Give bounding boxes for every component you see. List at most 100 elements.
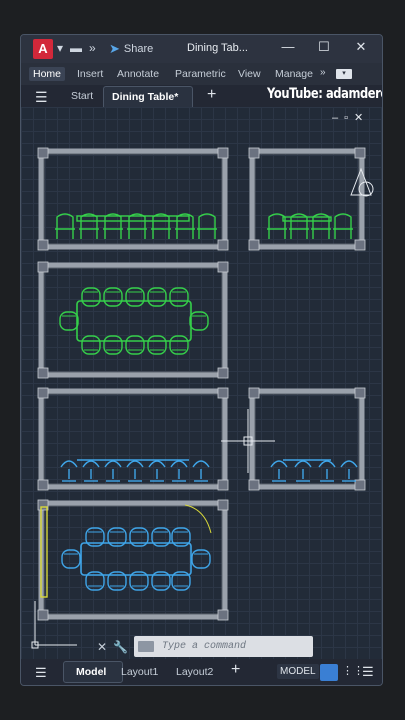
chair-shape xyxy=(189,311,209,331)
plus-icon[interactable]: + xyxy=(207,86,216,104)
chair-shape xyxy=(147,335,167,355)
tab-layout1[interactable]: Layout1 xyxy=(121,666,158,678)
furniture-group xyxy=(31,167,374,649)
hamburger-icon[interactable]: ☰ xyxy=(35,665,47,681)
maximize-icon[interactable]: ☐ xyxy=(313,39,335,55)
chair-shape xyxy=(169,287,189,307)
chair-back xyxy=(104,213,122,239)
wall-inner xyxy=(43,267,223,373)
column xyxy=(248,387,260,399)
tab-home[interactable]: Home xyxy=(29,67,66,81)
swivel-chair xyxy=(82,460,100,482)
swivel-chair xyxy=(294,460,312,482)
column xyxy=(354,387,366,399)
column xyxy=(37,147,49,159)
grid-icon[interactable] xyxy=(320,664,338,681)
ribbon-dropdown-icon[interactable]: ▾ xyxy=(336,69,352,79)
column xyxy=(248,479,260,491)
column xyxy=(217,147,229,159)
close-icon[interactable]: ✕ xyxy=(350,39,372,55)
chair xyxy=(55,213,75,239)
folder-icon[interactable]: ▬ xyxy=(70,41,82,55)
share-icon: ➤ xyxy=(109,41,120,56)
chair-back xyxy=(152,213,170,239)
column xyxy=(354,239,366,251)
snap-icon[interactable]: ⋮⋮ xyxy=(342,664,364,680)
room-elevation-3 xyxy=(37,387,229,491)
tab-dining-table[interactable]: Dining Table* xyxy=(103,86,193,107)
command-line: ✕ 🔧 Type a command xyxy=(97,636,313,657)
app-logo[interactable]: A xyxy=(33,39,53,59)
dining-table xyxy=(80,542,192,576)
minimize-icon[interactable]: — xyxy=(277,39,299,54)
chair-back xyxy=(148,460,166,468)
hamburger-icon[interactable]: ☰ xyxy=(35,89,48,106)
chair-back xyxy=(126,460,144,468)
rooms-group xyxy=(37,147,366,621)
drawing-canvas[interactable]: –▫✕ ✕ 🔧 Type a command xyxy=(21,107,382,659)
chair-shape xyxy=(169,335,189,355)
wall-inner xyxy=(43,153,223,245)
column xyxy=(37,261,49,273)
chair-shape xyxy=(125,335,145,355)
column xyxy=(354,147,366,159)
model-badge[interactable]: MODEL xyxy=(277,664,319,679)
room-elevation-4 xyxy=(248,387,366,491)
chair-plan xyxy=(169,335,189,355)
chair-back xyxy=(56,213,74,239)
chair-plan xyxy=(147,335,167,355)
tab-layout2[interactable]: Layout2 xyxy=(176,666,213,678)
chair-plan xyxy=(125,335,145,355)
ribbon-tabs: Home Insert Annotate Parametric View Man… xyxy=(21,63,382,85)
chair xyxy=(311,213,331,239)
floor-plan-drawing xyxy=(31,147,374,649)
wrench-icon[interactable]: 🔧 xyxy=(113,640,128,654)
chair-back xyxy=(290,213,308,239)
chair-plan xyxy=(81,335,101,355)
tab-view[interactable]: View xyxy=(234,67,265,81)
tab-model[interactable]: Model xyxy=(63,661,123,683)
chair-back xyxy=(104,460,122,468)
tab-insert[interactable]: Insert xyxy=(73,67,107,81)
swivel-chair xyxy=(126,460,144,482)
column xyxy=(37,387,49,399)
command-input[interactable]: Type a command xyxy=(134,636,313,657)
chair-back xyxy=(176,213,194,239)
ribbon-more-icon[interactable]: » xyxy=(320,67,326,78)
viewport-controls[interactable]: –▫✕ xyxy=(332,111,369,124)
share-button[interactable]: ➤ Share xyxy=(109,41,153,57)
command-placeholder: Type a command xyxy=(162,641,247,652)
chair-back xyxy=(60,460,78,468)
column xyxy=(37,479,49,491)
chair-plan xyxy=(59,311,79,331)
tab-start[interactable]: Start xyxy=(71,90,93,102)
chair-shape xyxy=(61,549,81,569)
command-icon xyxy=(138,641,155,652)
chair-plan xyxy=(81,287,101,307)
tab-parametric[interactable]: Parametric xyxy=(171,67,230,81)
plus-icon[interactable]: + xyxy=(231,661,240,679)
chair xyxy=(151,213,171,239)
close-icon[interactable]: ✕ xyxy=(97,640,107,654)
customize-icon[interactable]: ☰ xyxy=(362,664,374,680)
quick-access-more-icon[interactable]: » xyxy=(89,41,96,55)
column xyxy=(37,367,49,379)
chair-plan xyxy=(147,287,167,307)
chair-back xyxy=(80,213,98,239)
swivel-chair xyxy=(192,460,210,482)
chair xyxy=(197,213,217,239)
chair-plan xyxy=(189,311,209,331)
chair xyxy=(127,213,147,239)
tab-manage[interactable]: Manage xyxy=(271,67,317,81)
status-bar: ☰ Model Layout1 Layout2 + MODEL ⋮⋮ ☰ xyxy=(21,659,382,685)
chair-back xyxy=(340,460,358,468)
chair-back xyxy=(294,460,312,468)
chair-shape xyxy=(125,287,145,307)
app-menu-chevron-icon[interactable]: ▾ xyxy=(57,41,63,55)
chair xyxy=(333,213,353,239)
door-swing xyxy=(184,504,212,534)
chair-plan xyxy=(125,287,145,307)
room-plan-1 xyxy=(37,261,229,379)
tab-annotate[interactable]: Annotate xyxy=(113,67,163,81)
room-plan-2 xyxy=(37,499,229,621)
